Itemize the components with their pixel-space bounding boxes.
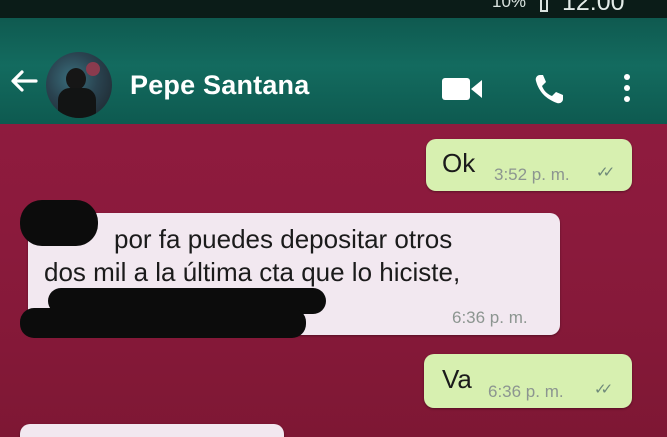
- read-receipt-icon: ✓✓: [596, 164, 615, 181]
- contact-name[interactable]: Pepe Santana: [130, 70, 309, 101]
- message-text: Va: [442, 364, 472, 394]
- message-time: 6:36 p. m.: [452, 308, 528, 327]
- message-text: Ok: [442, 148, 476, 178]
- status-bar: 10% 12:00: [0, 0, 667, 20]
- message-outgoing[interactable]: Va 6:36 p. m. ✓✓: [424, 354, 632, 408]
- battery-icon: [540, 0, 548, 12]
- video-call-icon[interactable]: [440, 76, 484, 102]
- status-clock: 12:00: [562, 0, 625, 16]
- avatar-body: [58, 88, 96, 118]
- read-receipt-icon: ✓✓: [594, 381, 613, 398]
- more-options-icon[interactable]: [620, 74, 634, 108]
- battery-level: 10%: [492, 0, 527, 11]
- message-time: 6:36 p. m.: [488, 382, 564, 401]
- avatar-detail: [86, 62, 100, 76]
- message-text-line: dos mil a la última cta que lo hiciste,: [44, 257, 461, 287]
- redaction-mark: [20, 200, 98, 246]
- message-time: 3:52 p. m.: [494, 165, 570, 184]
- avatar-head: [66, 68, 86, 90]
- chat-header: Pepe Santana: [0, 18, 667, 124]
- back-arrow-icon[interactable]: [8, 68, 38, 94]
- message-incoming-partial[interactable]: [20, 424, 284, 437]
- redaction-mark: [20, 308, 306, 338]
- phone-call-icon[interactable]: [532, 72, 568, 106]
- message-outgoing[interactable]: Ok 3:52 p. m. ✓✓: [426, 139, 632, 191]
- chat-area[interactable]: Ok 3:52 p. m. ✓✓ por fa puedes depositar…: [0, 124, 667, 437]
- avatar[interactable]: [46, 52, 112, 118]
- message-text-line: por fa puedes depositar otros: [114, 224, 453, 254]
